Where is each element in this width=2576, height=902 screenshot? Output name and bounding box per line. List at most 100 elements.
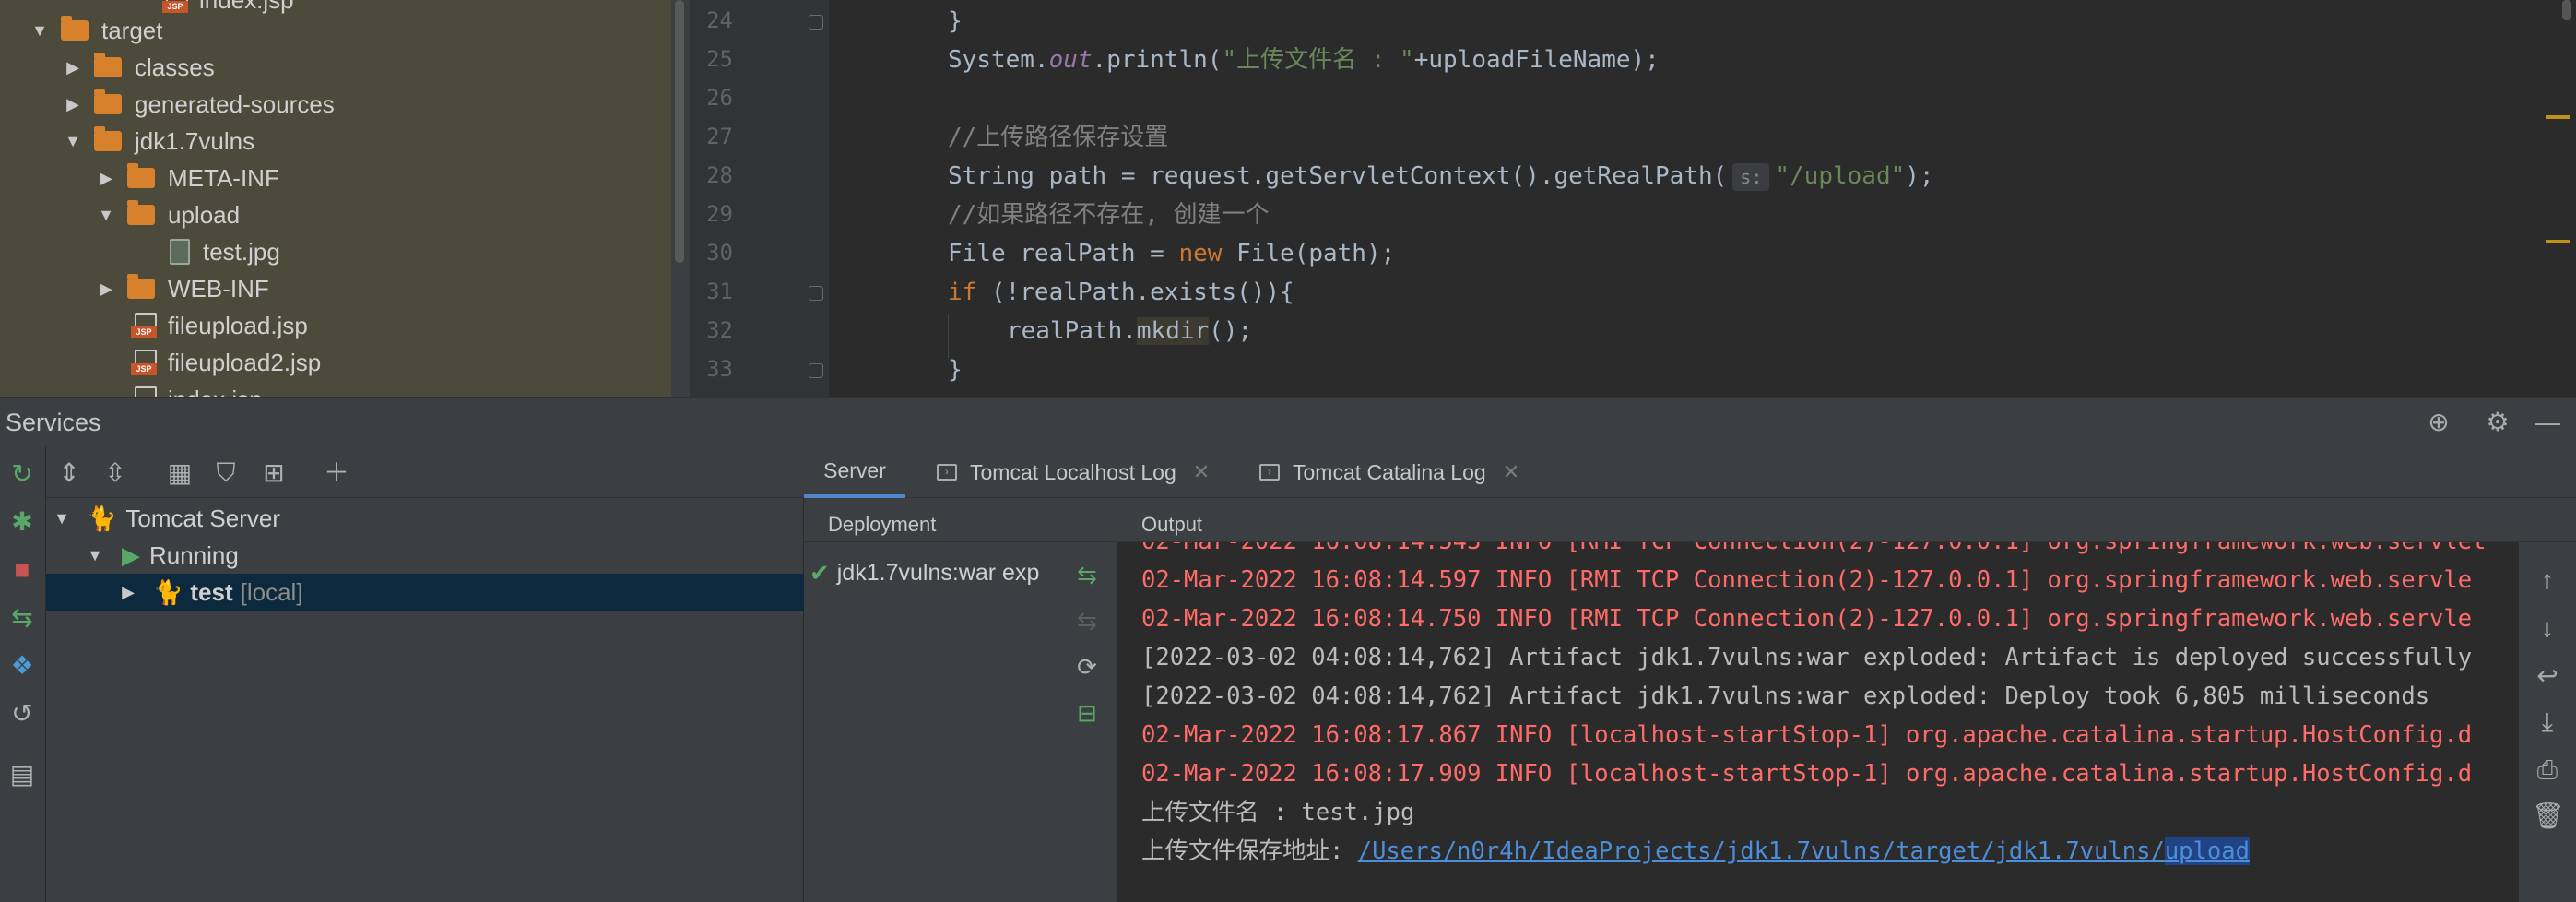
fold-marker-icon[interactable] — [809, 15, 823, 30]
rerun-icon[interactable]: ↻ — [7, 459, 37, 489]
print-icon[interactable]: ⎙ — [2532, 754, 2563, 786]
tree-item-label: upload — [168, 200, 241, 229]
line-number: 28 — [706, 162, 733, 188]
tree-item-meta-inf[interactable]: ▶ META-INF — [92, 160, 279, 196]
tree-item-fileupload2-jsp[interactable]: JSP fileupload2.jsp — [131, 344, 321, 381]
tree-item-label: Tomcat Server — [125, 504, 280, 532]
line-number: 26 — [706, 85, 733, 111]
tree-scrollbar[interactable] — [675, 0, 684, 263]
warning-stripe-marker[interactable] — [2546, 115, 2570, 119]
chevron-down-icon[interactable]: ▼ — [50, 509, 74, 528]
tree-item-label: Running — [149, 540, 239, 569]
chevron-right-icon[interactable]: ▶ — [92, 169, 120, 188]
tree-item-label: fileupload2.jsp — [168, 348, 322, 376]
close-icon[interactable]: ✕ — [1193, 460, 1210, 484]
tree-item-running[interactable]: ▼ ▶ Running — [46, 537, 804, 574]
code-line-29: //如果路径不存在, 创建一个 — [948, 201, 1270, 229]
code-editor[interactable]: 24 25 26 27 28 29 30 31 32 33 } System.o… — [690, 0, 2576, 397]
soft-wrap-icon[interactable]: ↩ — [2532, 660, 2563, 692]
chevron-right-icon[interactable]: ▶ — [59, 95, 87, 114]
group-by-icon[interactable]: ▦ — [164, 457, 195, 489]
tree-item-test-jpg[interactable]: test.jpg — [170, 233, 280, 270]
folder-icon — [94, 126, 122, 151]
redeploy-icon[interactable]: ⇆ — [1071, 559, 1103, 590]
deployment-panel: ✔ jdk1.7vulns:war exp ⇆ ⇆ ⟳ ⊟ — [804, 542, 1117, 902]
collapse-all-icon[interactable]: ⇳ — [100, 457, 131, 489]
tree-item-jdk17vulns[interactable]: ▼ jdk1.7vulns — [59, 123, 254, 160]
chevron-down-icon[interactable]: ▼ — [83, 546, 107, 565]
services-action-toolbar: ↻ ✱ ■ ⇆ ❖ ↺ ▤ — [0, 446, 46, 902]
artifact-icon[interactable]: ❖ — [7, 651, 37, 681]
refresh-icon[interactable]: ↺ — [7, 699, 37, 729]
tree-item-label: WEB-INF — [168, 274, 269, 303]
tree-item-fileupload-jsp[interactable]: JSP fileupload.jsp — [131, 307, 308, 344]
chevron-right-icon[interactable]: ▶ — [92, 279, 120, 299]
tree-item-label: test — [190, 577, 233, 606]
chevron-down-icon[interactable]: ▼ — [26, 21, 53, 41]
code-line-28: String path = request.getServletContext(… — [948, 162, 1934, 191]
arrow-up-icon[interactable]: ↑ — [2532, 564, 2563, 596]
expand-all-icon[interactable]: ⇕ — [53, 457, 85, 489]
deploy-icon[interactable]: ⇆ — [7, 603, 37, 633]
chevron-down-icon[interactable]: ▼ — [92, 206, 120, 225]
tree-item-label: jdk1.7vulns — [135, 126, 255, 155]
line-number: 30 — [706, 240, 733, 266]
gear-icon[interactable]: ⚙ — [2482, 407, 2513, 438]
tree-item-test-local[interactable]: ▶ 🐈 test [local] — [46, 574, 804, 611]
folder-icon — [127, 274, 155, 299]
tab-tomcat-localhost-log[interactable]: › Tomcat Localhost Log ✕ — [937, 446, 1210, 498]
code-line-32: realPath.mkdir(); — [1007, 317, 1253, 345]
jsp-file-icon: JSP — [162, 0, 188, 13]
close-icon[interactable]: ✕ — [1503, 460, 1519, 484]
log-line: 02-Mar-2022 16:08:17.867 INFO [localhost… — [1141, 721, 2473, 749]
tree-item-generated-sources[interactable]: ▶ generated-sources — [59, 86, 335, 123]
warning-stripe-marker[interactable] — [2546, 240, 2570, 243]
line-number: 32 — [706, 317, 733, 343]
tree-item-index-jsp[interactable]: JSP index.jsp — [131, 381, 263, 397]
chevron-right-icon[interactable]: ▶ — [59, 58, 87, 77]
layout-icon[interactable]: ▤ — [7, 760, 37, 789]
fold-marker-icon[interactable] — [809, 363, 823, 378]
chevron-right-icon[interactable]: ▶ — [116, 583, 140, 602]
code-line-30: File realPath = new File(path); — [948, 240, 1396, 267]
undeploy-icon[interactable]: ⇆ — [1071, 605, 1103, 636]
crosshair-icon[interactable]: ⊕ — [2423, 407, 2454, 438]
upload-path-link[interactable]: /Users/n0r4h/IdeaProjects/jdk1.7vulns/ta… — [1358, 837, 2165, 865]
debug-icon[interactable]: ✱ — [7, 507, 37, 537]
services-tree: ▼ 🐈 Tomcat Server ▼ ▶ Running ▶ 🐈 test [… — [46, 498, 804, 902]
scroll-to-end-icon[interactable]: ⤓ — [2532, 706, 2563, 738]
chevron-down-icon[interactable]: ▼ — [59, 132, 87, 151]
stop-icon[interactable]: ■ — [7, 555, 37, 585]
filter-icon[interactable]: ⛉ — [210, 457, 242, 489]
tree-item-target[interactable]: ▼ target — [26, 12, 163, 49]
tree-item-classes[interactable]: ▶ classes — [59, 49, 215, 86]
tree-item-label: fileupload.jsp — [168, 311, 308, 339]
log-line: 02-Mar-2022 16:08:14.750 INFO [RMI TCP C… — [1141, 605, 2473, 633]
log-icon: › — [1259, 464, 1280, 481]
trash-icon[interactable]: 🗑 — [2532, 801, 2565, 832]
tab-server[interactable]: Server — [804, 446, 905, 498]
new-tab-icon[interactable]: ⊞ — [258, 457, 290, 489]
minimize-icon[interactable]: — — [2532, 407, 2563, 438]
update-icon[interactable]: ⟳ — [1071, 651, 1103, 682]
arrow-down-icon[interactable]: ↓ — [2532, 612, 2563, 644]
tree-item-upload[interactable]: ▼ upload — [92, 196, 240, 233]
line-number: 24 — [706, 7, 733, 33]
tree-item-web-inf[interactable]: ▶ WEB-INF — [92, 270, 269, 307]
editor-scrollbar[interactable] — [2562, 0, 2571, 20]
add-service-icon[interactable]: ＋ — [321, 457, 352, 489]
tree-item-index-jsp-top[interactable]: JSP index.jsp — [162, 0, 294, 18]
deployment-item[interactable]: ✔ jdk1.7vulns:war exp — [804, 559, 1039, 587]
tree-item-label: classes — [135, 53, 215, 81]
output-header: Output — [1117, 498, 2576, 542]
upload-path-link-selected[interactable]: upload — [2164, 837, 2250, 865]
fold-marker-icon[interactable] — [809, 286, 823, 301]
tab-label: Server — [823, 457, 886, 482]
tree-item-tomcat-server[interactable]: ▼ 🐈 Tomcat Server — [46, 500, 804, 537]
deploy-all-icon[interactable]: ⊟ — [1071, 697, 1103, 729]
log-line: 上传文件名 : test.jpg — [1141, 799, 1415, 826]
tab-tomcat-catalina-log[interactable]: › Tomcat Catalina Log ✕ — [1259, 446, 1519, 498]
server-tabs-bar: Server › Tomcat Localhost Log ✕ › Tomcat… — [804, 446, 2576, 498]
output-console[interactable]: 02-Mar-2022 16:08:14.543 INFO [RMI TCP C… — [1117, 542, 2519, 902]
tree-item-label: index.jsp — [199, 0, 294, 15]
